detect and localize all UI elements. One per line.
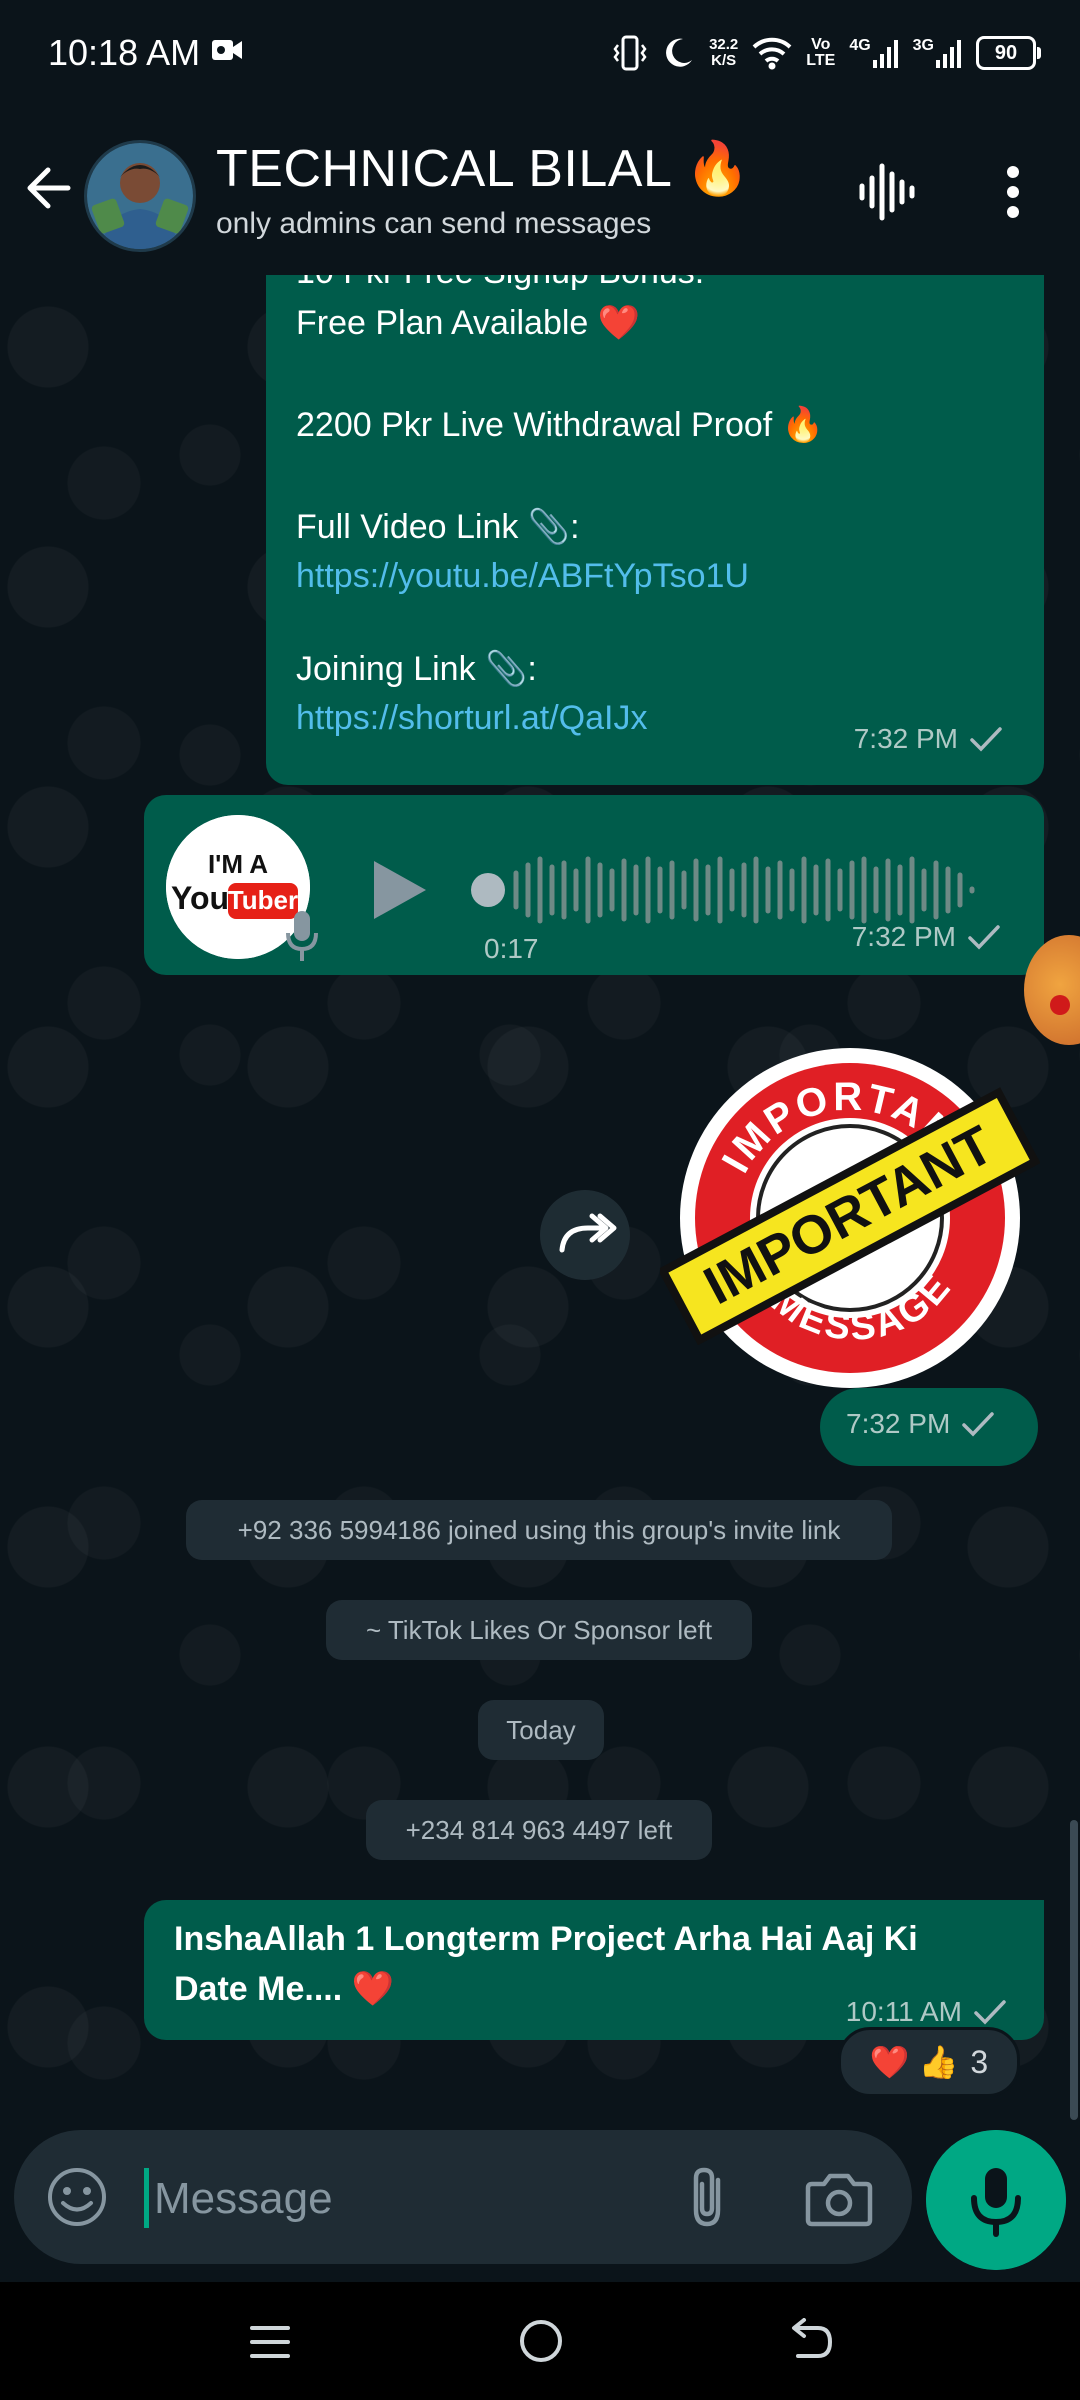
signal1-label: 4G — [849, 37, 871, 54]
volte-bottom: LTE — [806, 52, 836, 69]
message-time: 7:32 PM — [853, 723, 958, 754]
scrollbar[interactable] — [1070, 1820, 1078, 2120]
sticker-time-bubble: 7:32 PM — [820, 1388, 1038, 1466]
back-arrow-icon[interactable] — [20, 158, 80, 218]
chat-area[interactable]: 10 Pkr Free Signup Bonus. Free Plan Avai… — [0, 275, 1080, 2130]
signal2-label: 3G — [912, 37, 934, 54]
important-message-sticker[interactable]: IMPORTANT MESSAGE IMPORTANT — [660, 1023, 1040, 1403]
sent-check-icon — [970, 727, 1002, 752]
battery-icon: 90 — [976, 36, 1041, 70]
voice-duration: 0:17 — [484, 933, 539, 964]
paperclip-icon[interactable] — [674, 2162, 744, 2232]
chat-header: TECHNICAL BILAL 🔥 only admins can send m… — [0, 110, 1080, 275]
forward-icon[interactable] — [540, 1190, 630, 1280]
message-line: Full Video Link 📎: — [296, 508, 580, 546]
message-line: 10 Pkr Free Signup Bonus. — [296, 275, 704, 292]
message-bubble[interactable]: InshaAllah 1 Longterm Project Arha Hai A… — [144, 1900, 1044, 2040]
emoji-icon[interactable] — [44, 2164, 110, 2230]
nav-menu-icon[interactable] — [248, 2320, 292, 2364]
sent-check-icon — [968, 925, 1000, 950]
sent-check-icon — [974, 2000, 1006, 2025]
mic-icon — [286, 911, 318, 961]
system-message: ~ TikTok Likes Or Sponsor left — [326, 1600, 752, 1660]
battery-level: 90 — [994, 41, 1018, 64]
message-meta: 7:32 PM — [854, 723, 1004, 755]
chat-subtitle: only admins can send messages — [216, 207, 652, 240]
nav-home-icon[interactable] — [518, 2318, 564, 2364]
voice-message-bubble[interactable]: I'M A You Tuber 0:17 7:32 PM — [144, 795, 1044, 975]
message-meta: 7:32 PM — [852, 921, 1002, 953]
status-bar: 10:18 AM 32.2 K/S Vo LTE 4G 3G 90 — [0, 0, 1080, 110]
signal-bars-icon — [872, 40, 898, 68]
date-divider: Today — [478, 1700, 604, 1760]
joining-link[interactable]: https://shorturl.at/QaIJx — [296, 699, 647, 738]
message-meta: 7:32 PM — [846, 1408, 996, 1440]
volte-indicator: Vo LTE — [806, 37, 835, 69]
wifi-icon — [752, 37, 792, 70]
message-line: Free Plan Available ❤️ — [296, 304, 641, 342]
reaction-count: 3 — [970, 2043, 989, 2080]
signal-bars-icon — [936, 40, 961, 68]
avatar-text-you: You — [171, 880, 229, 916]
message-line: Joining Link 📎: — [296, 650, 537, 688]
floating-chat-head-dot — [1050, 995, 1070, 1015]
network-speed: 32.2 K/S — [709, 37, 738, 69]
avatar-image — [87, 143, 193, 249]
play-icon[interactable] — [362, 855, 432, 925]
camera-icon[interactable] — [804, 2166, 874, 2230]
status-time: 10:18 AM — [48, 32, 201, 73]
mic-icon[interactable] — [926, 2130, 1066, 2270]
video-camera-icon — [212, 40, 242, 60]
reaction-emojis: ❤️ 👍 — [869, 2044, 959, 2080]
signal-icon: 4G — [849, 38, 898, 68]
more-vert-icon[interactable] — [990, 160, 1036, 224]
message-time: 10:11 AM — [845, 1996, 962, 2027]
message-time: 7:32 PM — [851, 921, 956, 952]
signal-icon-2: 3G — [913, 38, 962, 68]
nav-back-icon[interactable] — [786, 2318, 836, 2364]
sent-check-icon — [962, 1412, 995, 1437]
status-icons: 32.2 K/S Vo LTE 4G 3G 90 — [613, 28, 1041, 78]
avatar-text-top: I'M A — [208, 849, 268, 879]
message-composer — [14, 2130, 912, 2264]
system-nav-bar — [0, 2282, 1080, 2400]
network-speed-unit: K/S — [711, 52, 737, 69]
vibrate-icon — [613, 35, 647, 71]
message-line: 2200 Pkr Live Withdrawal Proof 🔥 — [296, 406, 824, 444]
message-reactions[interactable]: ❤️ 👍 3 — [838, 2027, 1020, 2097]
text-caret — [144, 2168, 149, 2228]
system-message: +234 814 963 4497 left — [366, 1800, 712, 1860]
moon-icon — [666, 38, 693, 67]
message-time: 7:32 PM — [846, 1408, 951, 1439]
chat-title[interactable]: TECHNICAL BILAL 🔥 — [216, 138, 751, 199]
group-avatar[interactable] — [84, 140, 196, 252]
system-message: +92 336 5994186 joined using this group'… — [186, 1500, 892, 1560]
video-link[interactable]: https://youtu.be/ABFtYpTso1U — [296, 557, 749, 596]
message-input[interactable] — [152, 2166, 676, 2232]
voice-wave-icon[interactable] — [856, 160, 916, 224]
message-bubble[interactable]: 10 Pkr Free Signup Bonus. Free Plan Avai… — [266, 275, 1044, 785]
volte-top: Vo — [811, 36, 831, 53]
network-speed-value: 32.2 — [709, 36, 739, 53]
message-meta: 10:11 AM — [846, 1996, 1008, 2028]
